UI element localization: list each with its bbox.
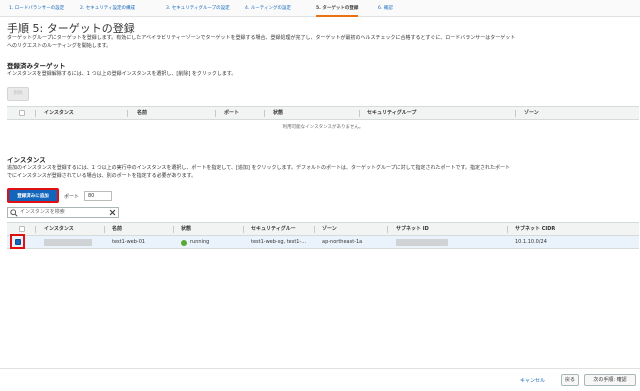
empty-message: 利用可能なインスタンスがありません。 xyxy=(282,125,364,130)
instance-security-group: test1-web-sg, test1-... xyxy=(251,239,307,245)
col-instance[interactable]: インスタンス xyxy=(44,107,74,120)
wizard-step-6[interactable]: 6. 確認 xyxy=(378,0,393,17)
wizard-steps: 1. ロードバランサーの設定 2. セキュリティ設定の構成 3. セキュリティグ… xyxy=(0,0,640,17)
column-divider xyxy=(215,110,216,117)
col-security-group[interactable]: セキュリティグループ xyxy=(367,107,416,120)
wizard-step-4[interactable]: 4. ルーティングの設定 xyxy=(245,0,291,17)
registered-targets-table: インスタンス 名前 ポート 状態 セキュリティグループ ゾーン 利用可能なインス… xyxy=(7,106,639,138)
column-divider xyxy=(35,110,36,117)
col-state[interactable]: 状態 xyxy=(181,223,191,236)
column-divider xyxy=(387,226,388,233)
wizard-footer: キャンセル 戻る 次の手順: 確認 xyxy=(0,368,640,391)
select-all-instances-checkbox[interactable] xyxy=(19,226,25,232)
column-divider xyxy=(243,226,244,233)
instance-search-input[interactable]: インスタンスを検索 xyxy=(7,207,119,218)
col-zone[interactable]: ゾーン xyxy=(322,223,337,236)
table-row[interactable]: test1-web-01 running test1-web-sg, test1… xyxy=(7,234,639,249)
column-divider xyxy=(515,110,516,117)
col-zone[interactable]: ゾーン xyxy=(524,107,539,120)
page-description-line2: へのリクエストのルーティングを開始します。 xyxy=(7,43,112,49)
wizard-step-5[interactable]: 5. ターゲットの登録 xyxy=(316,0,359,17)
remove-button[interactable]: 削除 xyxy=(7,87,29,101)
col-subnet-id[interactable]: サブネット ID xyxy=(396,223,429,236)
wizard-step-3[interactable]: 3. セキュリティグループの設定 xyxy=(166,0,230,17)
instance-subnet-cidr: 10.1.10.0/24 xyxy=(515,239,547,245)
back-button[interactable]: 戻る xyxy=(561,374,579,386)
column-divider xyxy=(127,110,128,117)
instances-description-line1: 追加のインスタンスを登録するには、1 つ以上の実行中のインスタンスを選択し、ポー… xyxy=(7,165,511,171)
instances-table: インスタンス 名前 状態 セキュリティグルー ゾーン サブネット ID サブネッ… xyxy=(7,222,639,250)
row-checkbox[interactable] xyxy=(15,239,21,245)
column-divider xyxy=(359,110,360,117)
instances-title: インスタンス xyxy=(7,156,46,164)
close-icon[interactable] xyxy=(109,209,116,216)
col-name[interactable]: 名前 xyxy=(137,107,147,120)
instance-state: running xyxy=(190,239,210,245)
registered-targets-title: 登録済みターゲット xyxy=(7,62,66,70)
redacted-subnet-id xyxy=(396,239,448,246)
cancel-link[interactable]: キャンセル xyxy=(520,377,545,384)
col-state[interactable]: 状態 xyxy=(273,107,283,120)
instances-description-line2: でにインスタンスが登録されている場合は、別のポートを指定する必要があります。 xyxy=(7,173,197,179)
search-icon xyxy=(10,209,18,217)
registered-table-header: インスタンス 名前 ポート 状態 セキュリティグループ ゾーン xyxy=(7,106,639,120)
col-name[interactable]: 名前 xyxy=(112,223,122,236)
col-subnet-cidr[interactable]: サブネット CIDR xyxy=(515,223,555,236)
col-security-group[interactable]: セキュリティグルー xyxy=(251,223,296,236)
column-divider xyxy=(173,226,174,233)
column-divider xyxy=(35,226,36,233)
column-divider xyxy=(507,226,508,233)
select-all-checkbox[interactable] xyxy=(19,110,25,116)
wizard-step-1[interactable]: 1. ロードバランサーの設定 xyxy=(9,0,64,17)
instance-zone: ap-northeast-1a xyxy=(322,239,363,245)
wizard-step-2[interactable]: 2. セキュリティ設定の構成 xyxy=(80,0,135,17)
row-checkbox-highlight xyxy=(10,234,25,249)
port-input[interactable]: 80 xyxy=(84,191,112,201)
col-port[interactable]: ポート xyxy=(224,107,239,120)
column-divider xyxy=(314,226,315,233)
redacted-instance-id xyxy=(44,239,92,246)
next-review-button[interactable]: 次の手順: 確認 xyxy=(584,374,636,386)
instances-table-header: インスタンス 名前 状態 セキュリティグルー ゾーン サブネット ID サブネッ… xyxy=(7,222,639,236)
col-instance[interactable]: インスタンス xyxy=(44,223,74,236)
running-status-icon xyxy=(181,239,187,246)
page-description-line1: ターゲットグループにターゲットを登録します。有効にしたアベイラビリティーゾーンで… xyxy=(7,35,516,41)
column-divider xyxy=(264,110,265,117)
instance-name: test1-web-01 xyxy=(112,239,146,245)
port-label: ポート xyxy=(64,194,80,200)
add-to-registered-button[interactable]: 登録済みに追加 xyxy=(7,188,59,203)
search-placeholder: インスタンスを検索 xyxy=(20,209,65,215)
registered-targets-description: インスタンスを登録解除するには、1 つ以上の登録インスタンスを選択し、[削除] … xyxy=(7,71,237,77)
column-divider xyxy=(104,226,105,233)
